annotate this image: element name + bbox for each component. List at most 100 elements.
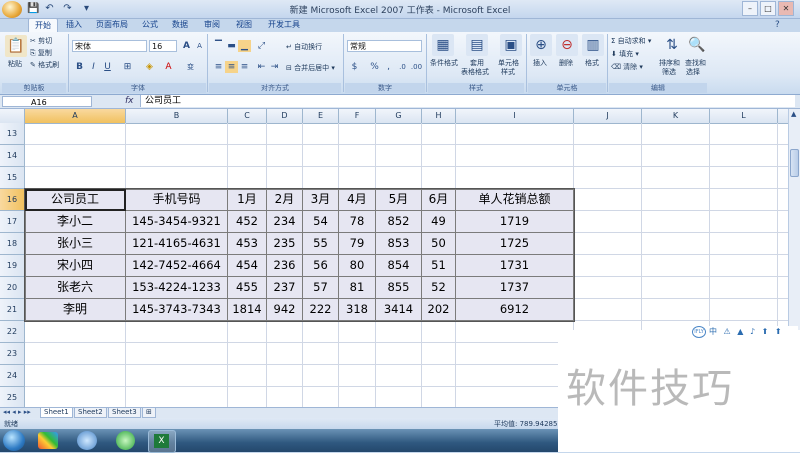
table-cell[interactable]: 452 (228, 211, 267, 233)
close-button[interactable]: ✕ (778, 1, 794, 16)
table-cell[interactable]: 80 (339, 255, 376, 277)
table-header-cell[interactable]: 6月 (422, 189, 456, 211)
wrap-text-button[interactable]: ↵ 自动换行 (286, 42, 322, 52)
start-button-icon[interactable] (3, 430, 25, 451)
percent-button[interactable]: % (368, 61, 381, 73)
shrink-font-icon[interactable]: A (193, 40, 206, 52)
tab-page-layout[interactable]: 页面布局 (90, 18, 134, 31)
table-cell[interactable]: 455 (228, 277, 267, 299)
app-icon-green[interactable] (116, 431, 135, 450)
conditional-format-icon[interactable]: ▦ (432, 34, 454, 56)
table-header-cell[interactable]: 4月 (339, 189, 376, 211)
table-cell[interactable]: 张小三 (25, 233, 126, 255)
italic-button[interactable]: I (87, 61, 100, 73)
tab-insert[interactable]: 插入 (60, 18, 88, 31)
conditional-format-button[interactable]: 条件格式 (430, 58, 458, 68)
excel-taskbar-button[interactable]: X (148, 430, 176, 453)
format-cells-button[interactable]: 格式 (585, 58, 599, 68)
table-header-cell[interactable]: 1月 (228, 189, 267, 211)
align-left-icon[interactable]: ≡ (212, 61, 225, 73)
tab-view[interactable]: 视图 (230, 18, 258, 31)
increase-indent-icon[interactable]: ⇥ (268, 61, 281, 73)
number-format-select[interactable]: 常规 (347, 40, 422, 52)
align-center-icon[interactable]: ≡ (225, 61, 238, 73)
table-cell[interactable]: 852 (376, 211, 422, 233)
orientation-icon[interactable]: ⤢ (255, 40, 268, 52)
tab-data[interactable]: 数据 (166, 18, 194, 31)
table-cell[interactable]: 宋小四 (25, 255, 126, 277)
media-player-icon[interactable] (38, 432, 58, 449)
copy-button[interactable]: ⎘ 复制 (30, 48, 52, 58)
paste-icon[interactable]: 📋 (5, 35, 27, 57)
table-cell[interactable]: 1737 (456, 277, 574, 299)
table-cell[interactable]: 237 (267, 277, 303, 299)
row-header-25[interactable]: 25 (0, 387, 25, 407)
tab-home[interactable]: 开始 (28, 18, 58, 32)
table-cell[interactable]: 6912 (456, 299, 574, 321)
font-size-select[interactable]: 16 (149, 40, 177, 52)
table-header-cell[interactable]: 手机号码 (126, 189, 228, 211)
delete-cells-icon[interactable]: ⊖ (556, 34, 578, 56)
table-cell[interactable]: 853 (376, 233, 422, 255)
table-cell[interactable]: 79 (339, 233, 376, 255)
row-header-13[interactable]: 13 (0, 123, 25, 145)
table-header-cell[interactable]: 公司员工 (25, 189, 126, 211)
bold-button[interactable]: B (73, 61, 86, 73)
table-cell[interactable]: 855 (376, 277, 422, 299)
align-right-icon[interactable]: ≡ (238, 61, 251, 73)
delete-cells-button[interactable]: 删除 (559, 58, 573, 68)
column-header-l[interactable]: L (710, 109, 778, 123)
increase-decimal-icon[interactable]: .0 (396, 61, 409, 73)
column-header-f[interactable]: F (339, 109, 376, 123)
row-header-14[interactable]: 14 (0, 145, 25, 167)
row-header-20[interactable]: 20 (0, 277, 25, 299)
table-cell[interactable]: 1725 (456, 233, 574, 255)
sheet-tab-sheet1[interactable]: Sheet1 (40, 408, 73, 418)
format-cells-icon[interactable]: ▥ (582, 34, 604, 56)
table-cell[interactable]: 57 (303, 277, 339, 299)
paste-button[interactable]: 粘贴 (8, 59, 22, 69)
table-cell[interactable]: 236 (267, 255, 303, 277)
align-top-icon[interactable]: ▔ (212, 40, 225, 52)
column-header-j[interactable]: J (574, 109, 642, 123)
column-header-e[interactable]: E (303, 109, 339, 123)
table-cell[interactable]: 78 (339, 211, 376, 233)
table-cell[interactable]: 李明 (25, 299, 126, 321)
table-cell[interactable]: 52 (422, 277, 456, 299)
table-cell[interactable]: 1731 (456, 255, 574, 277)
row-header-15[interactable]: 15 (0, 167, 25, 189)
table-cell[interactable]: 454 (228, 255, 267, 277)
scrollbar-thumb[interactable] (790, 149, 799, 177)
autosum-button[interactable]: Σ 自动求和 ▾ (611, 36, 651, 46)
name-box[interactable]: A16 (2, 96, 92, 107)
insert-sheet-icon[interactable]: ⊞ (142, 408, 156, 418)
table-cell[interactable]: 1814 (228, 299, 267, 321)
select-all-corner[interactable] (0, 109, 25, 123)
row-header-21[interactable]: 21 (0, 299, 25, 321)
underline-button[interactable]: U (101, 61, 114, 73)
table-cell[interactable]: 235 (267, 233, 303, 255)
table-header-cell[interactable]: 3月 (303, 189, 339, 211)
grow-font-icon[interactable]: A (180, 40, 193, 52)
comma-button[interactable]: , (382, 61, 395, 73)
column-header-i[interactable]: I (456, 109, 574, 123)
table-cell[interactable]: 1719 (456, 211, 574, 233)
insert-function-button[interactable]: fx (125, 96, 134, 106)
table-cell[interactable]: 50 (422, 233, 456, 255)
table-header-cell[interactable]: 5月 (376, 189, 422, 211)
column-header-d[interactable]: D (267, 109, 303, 123)
table-cell[interactable]: 张老六 (25, 277, 126, 299)
column-header-b[interactable]: B (126, 109, 228, 123)
tab-review[interactable]: 审阅 (198, 18, 226, 31)
insert-cells-icon[interactable]: ⊕ (530, 34, 552, 56)
decrease-indent-icon[interactable]: ⇤ (255, 61, 268, 73)
table-cell[interactable]: 3414 (376, 299, 422, 321)
tab-developer[interactable]: 开发工具 (262, 18, 306, 31)
table-header-cell[interactable]: 2月 (267, 189, 303, 211)
format-painter-button[interactable]: ✎ 格式刷 (30, 60, 59, 70)
decrease-decimal-icon[interactable]: .00 (410, 61, 423, 73)
table-cell[interactable]: 51 (422, 255, 456, 277)
merge-center-button[interactable]: ⊟ 合并后居中 ▾ (286, 63, 335, 73)
table-cell[interactable]: 121-4165-4631 (126, 233, 228, 255)
row-header-16[interactable]: 16 (0, 189, 25, 211)
